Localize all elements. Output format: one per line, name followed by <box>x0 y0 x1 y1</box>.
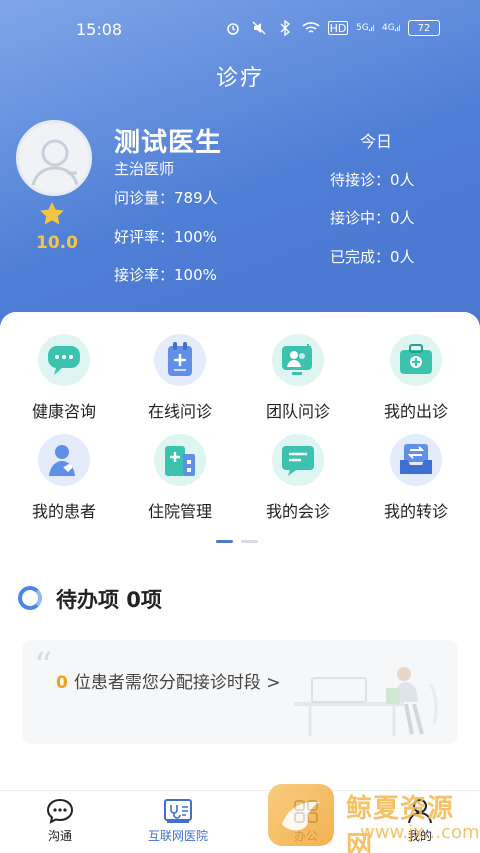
todo-message-text: 位患者需您分配接诊时段 > <box>73 673 281 693</box>
tab-chat[interactable]: 沟通 <box>10 797 110 844</box>
page-indicator <box>216 540 258 543</box>
status-icons: HD 5G 4G 72 <box>224 20 440 36</box>
wifi-icon <box>302 21 320 35</box>
grid-item-health-consult[interactable]: 健康咨询 <box>4 334 124 422</box>
page-dot-active[interactable] <box>216 540 233 543</box>
bluetooth-icon <box>276 20 294 36</box>
watermark: 鲸夏资源网 www.jx...com <box>268 784 480 853</box>
grid-item-my-visits[interactable]: 我的出诊 <box>356 334 476 422</box>
stethoscope-icon <box>163 797 193 825</box>
hospital-icon <box>154 434 206 486</box>
todo-ring-icon <box>18 586 42 610</box>
doctor-rating: 10.0 <box>36 233 78 253</box>
watermark-url: www.jx...com <box>360 822 480 843</box>
doctor-avatar[interactable] <box>16 120 92 196</box>
todo-message[interactable]: 0 位患者需您分配接诊时段 > <box>56 668 281 693</box>
doctor-name: 测试医生 <box>114 128 223 158</box>
todo-card[interactable]: “ 0 位患者需您分配接诊时段 > <box>22 640 458 744</box>
grid-item-online-consult[interactable]: 在线问诊 <box>120 334 240 422</box>
todo-count: 0 <box>56 673 68 693</box>
grid-item-team-consult[interactable]: 团队问诊 <box>238 334 358 422</box>
chat-icon <box>45 797 75 825</box>
watermark-text: 鲸夏资源网 <box>346 794 455 853</box>
signal-4g-icon: 4G <box>382 21 400 35</box>
grid-label: 我的患者 <box>31 502 96 521</box>
grid-item-my-consultations[interactable]: 我的会诊 <box>238 434 358 522</box>
battery-icon: 72 <box>408 20 440 36</box>
grid-label: 住院管理 <box>147 502 212 521</box>
chat-bubble-icon <box>38 334 90 386</box>
grid-item-my-patients[interactable]: 我的患者 <box>4 434 124 522</box>
transfer-icon <box>390 434 442 486</box>
team-icon <box>272 334 324 386</box>
status-bar: 15:08 HD 5G 4G 72 <box>0 0 480 50</box>
patients-icon <box>38 434 90 486</box>
desk-illustration <box>294 667 438 736</box>
today-in-progress: 接诊中：0人 <box>330 209 415 227</box>
doctor-title: 主治医师 <box>114 160 175 178</box>
status-time: 15:08 <box>76 20 123 39</box>
page-title: 诊疗 <box>215 66 264 91</box>
signal-4g-label: 4G <box>382 23 395 33</box>
stat-consultations: 问诊量：789人 <box>114 189 218 207</box>
medical-kit-icon <box>390 334 442 386</box>
grid-item-my-referrals[interactable]: 我的转诊 <box>356 434 476 522</box>
clipboard-icon <box>154 334 206 386</box>
page-dot[interactable] <box>241 540 258 543</box>
grid-label: 在线问诊 <box>147 402 212 421</box>
hd-badge: HD <box>328 21 348 35</box>
mute-icon <box>250 21 268 35</box>
tab-label: 互联网医院 <box>147 829 208 843</box>
grid-label: 我的出诊 <box>383 402 448 421</box>
grid-item-inpatient-mgmt[interactable]: 住院管理 <box>120 434 240 522</box>
grid-label: 我的会诊 <box>265 502 330 521</box>
grid-label: 健康咨询 <box>31 402 96 421</box>
consultation-icon <box>272 434 324 486</box>
tab-label: 沟通 <box>47 829 72 843</box>
stat-rating-rate: 好评率：100% <box>114 228 217 246</box>
watermark-logo-icon <box>268 784 334 846</box>
today-completed: 已完成：0人 <box>330 248 415 266</box>
stat-acceptance-rate: 接诊率：100% <box>114 266 217 284</box>
todo-title: 待办项 0项 <box>56 588 162 612</box>
grid-label: 团队问诊 <box>265 402 330 421</box>
signal-5g-icon: 5G <box>356 21 374 35</box>
alarm-icon <box>224 21 242 35</box>
signal-5g-label: 5G <box>356 23 369 33</box>
today-pending: 待接诊：0人 <box>330 171 415 189</box>
today-title: 今日 <box>360 132 393 151</box>
grid-label: 我的转诊 <box>383 502 448 521</box>
tab-internet-hospital[interactable]: 互联网医院 <box>128 797 228 844</box>
rating-star-icon <box>40 202 64 225</box>
quote-mark-icon: “ <box>34 646 53 687</box>
